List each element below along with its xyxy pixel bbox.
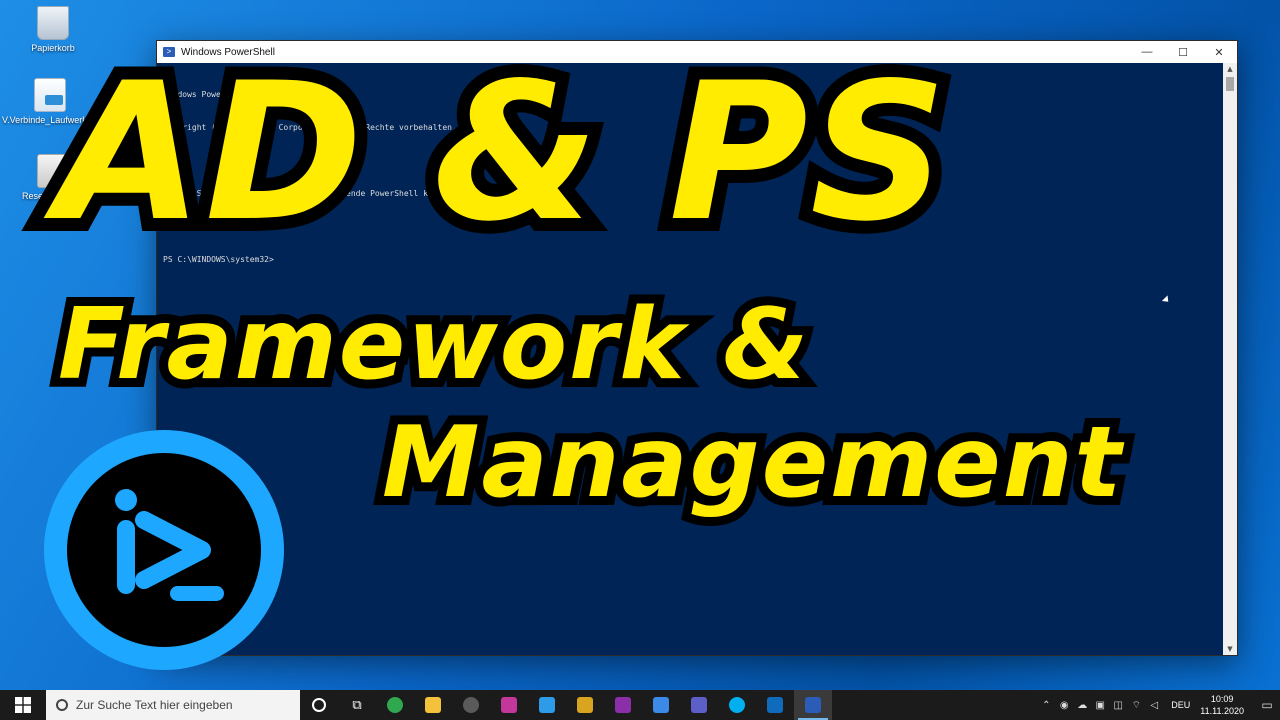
tray-globe-icon[interactable]: ◉ [1055, 700, 1073, 711]
scrollbar-thumb[interactable] [1226, 77, 1234, 91]
windows-logo-icon [15, 697, 31, 713]
close-button[interactable]: ✕ [1201, 41, 1237, 63]
tray-cloud-icon[interactable]: ☁ [1073, 700, 1091, 711]
maximize-button[interactable]: ☐ [1165, 41, 1201, 63]
system-tray: ⌃ ◉ ☁ ▣ ◫ ⌔ ◁ DEU 10:09 11.11.2020 ▭ [1037, 690, 1280, 720]
clock-time: 10:09 [1210, 694, 1234, 704]
maximize-icon: ☐ [1178, 46, 1188, 59]
davinci-resolve-icon [463, 697, 479, 713]
taskbar-affinity-designer-button[interactable] [528, 690, 566, 720]
affinity-publisher-icon [501, 697, 517, 713]
input-language[interactable]: DEU [1171, 700, 1190, 710]
taskbar-onenote-button[interactable] [604, 690, 642, 720]
taskbar-affinity-publisher-button[interactable] [490, 690, 528, 720]
powershell-icon [805, 697, 821, 713]
tray-device-icon[interactable]: ▣ [1091, 700, 1109, 711]
overlay-title-line1: AD & PS [43, 29, 960, 276]
app-yellow-icon [577, 697, 593, 713]
tray-network-icon[interactable]: ◫ [1109, 700, 1127, 711]
scroll-down-icon[interactable]: ▼ [1223, 645, 1237, 653]
recycle-bin-icon [37, 6, 69, 40]
start-button[interactable] [0, 690, 46, 720]
taskbar-app-button[interactable] [566, 690, 604, 720]
close-icon: ✕ [1214, 46, 1224, 59]
taskbar-teams-button[interactable] [680, 690, 718, 720]
minimize-button[interactable]: — [1129, 41, 1165, 63]
tray-wifi-icon[interactable]: ⌔ [1127, 699, 1145, 712]
taskbar-clock[interactable]: 10:09 11.11.2020 [1200, 693, 1244, 717]
taskbar-skype-button[interactable] [718, 690, 756, 720]
powershell-logo-icon [44, 430, 284, 670]
vertical-scrollbar[interactable]: ▲ ▼ [1223, 63, 1237, 655]
taskbar-cortana-button[interactable] [300, 690, 338, 720]
teams-icon [691, 697, 707, 713]
file-explorer-icon [425, 697, 441, 713]
taskbar-davinci-button[interactable] [452, 690, 490, 720]
taskbar-search-input[interactable]: Zur Suche Text hier eingeben [46, 690, 300, 720]
affinity-designer-icon [539, 697, 555, 713]
taskbar-outlook-button[interactable] [756, 690, 794, 720]
tray-chevron-up-icon[interactable]: ⌃ [1037, 700, 1055, 711]
skype-icon [729, 697, 745, 713]
search-icon [56, 699, 68, 711]
tray-volume-icon[interactable]: ◁ [1145, 700, 1163, 711]
overlay-title-line2: Framework & [49, 279, 817, 411]
taskbar-file-explorer-button[interactable] [414, 690, 452, 720]
cortana-icon [312, 698, 326, 712]
scroll-up-icon[interactable]: ▲ [1223, 65, 1237, 73]
taskbar-edge-button[interactable] [376, 690, 414, 720]
task-view-icon: ⧉ [352, 697, 362, 712]
overlay-title-line3: Management [373, 397, 1130, 529]
taskbar-powershell-button[interactable] [794, 690, 832, 720]
todo-icon [653, 697, 669, 713]
notification-icon[interactable]: ▭ [1254, 698, 1280, 712]
outlook-icon [767, 697, 783, 713]
onenote-icon [615, 697, 631, 713]
minimize-icon: — [1141, 46, 1153, 58]
taskbar: Zur Suche Text hier eingeben ⧉ ⌃ ◉ ☁ ▣ ◫… [0, 690, 1280, 720]
search-placeholder: Zur Suche Text hier eingeben [76, 698, 233, 712]
taskbar-task-view-button[interactable]: ⧉ [338, 690, 376, 720]
clock-date: 11.11.2020 [1200, 706, 1244, 716]
taskbar-todo-button[interactable] [642, 690, 680, 720]
edge-icon [387, 697, 403, 713]
